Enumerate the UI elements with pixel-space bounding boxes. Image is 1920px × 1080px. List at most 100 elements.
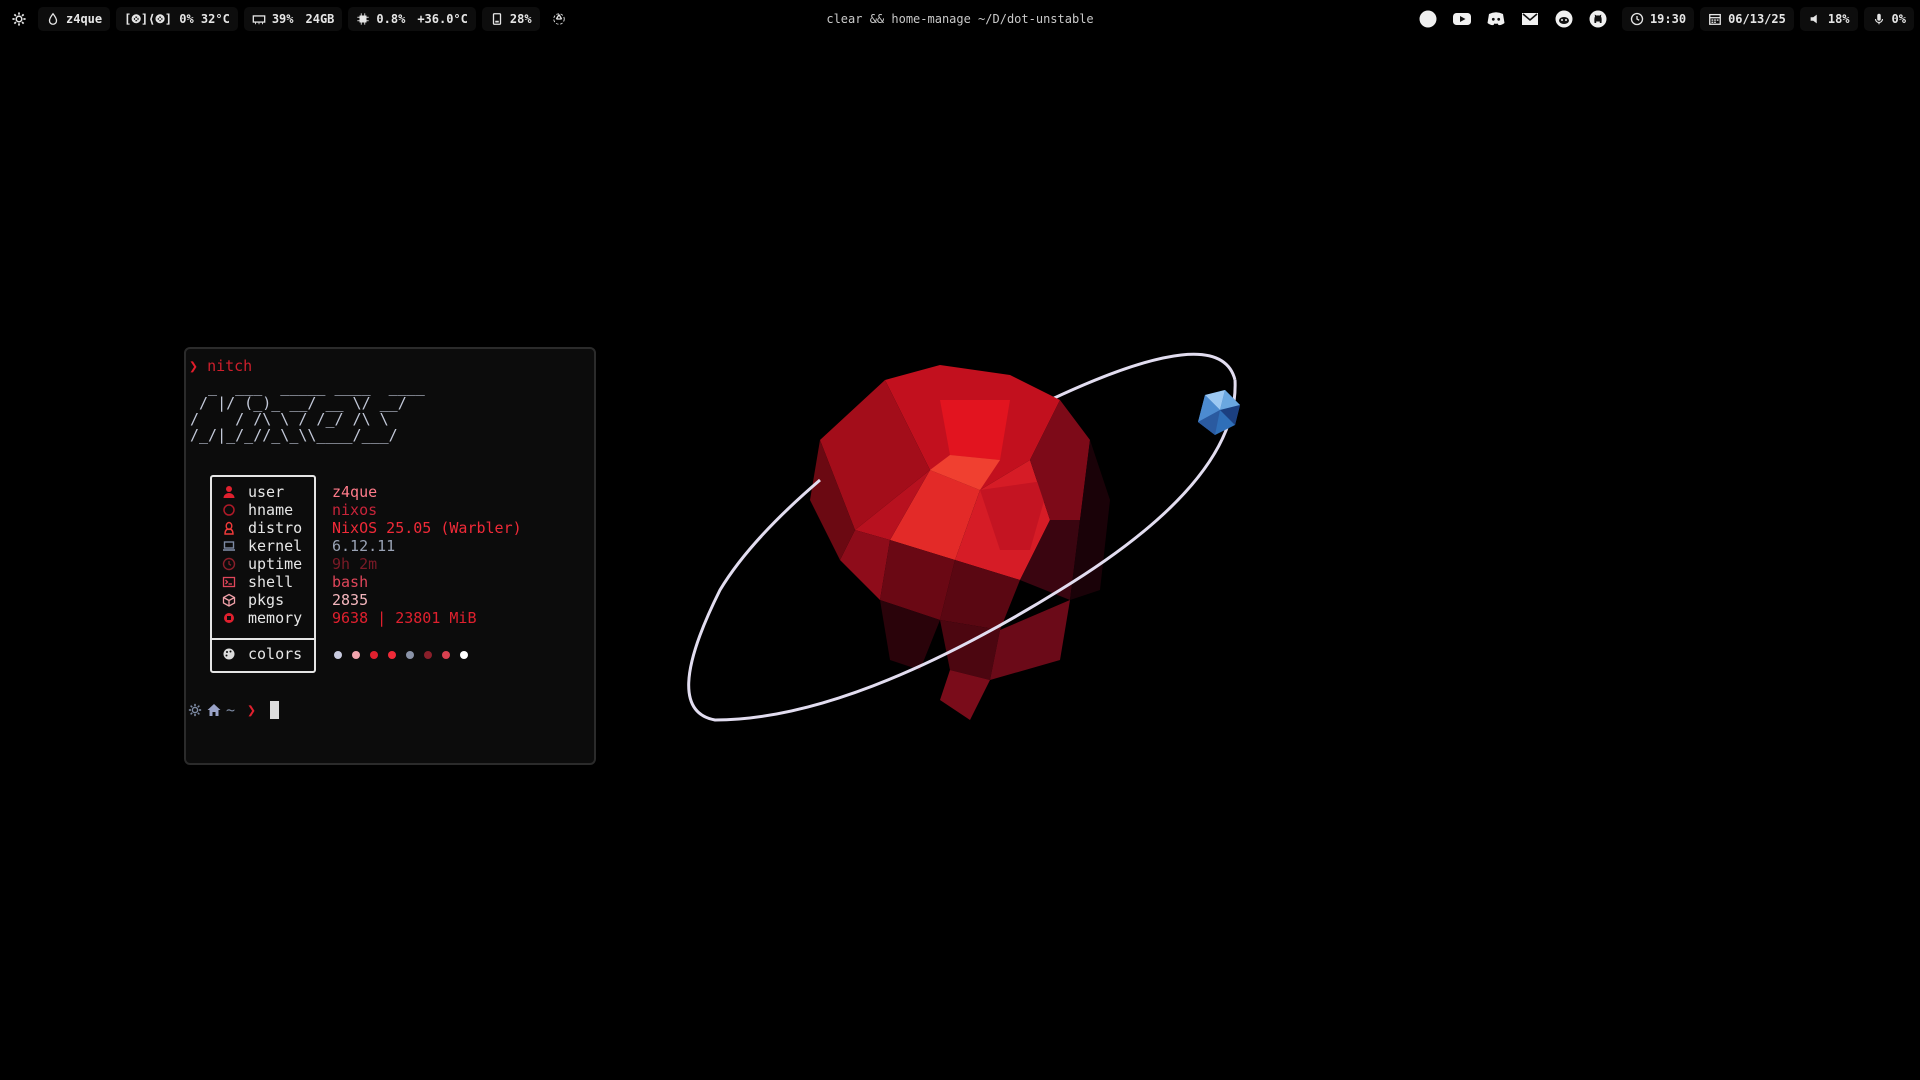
prompt-chevron: ❯ bbox=[247, 701, 257, 719]
info-row-kernel: kernel bbox=[222, 537, 302, 555]
volume-text: 18% bbox=[1827, 12, 1850, 26]
disk-usage: 28% bbox=[509, 12, 532, 26]
color-dot bbox=[370, 651, 378, 659]
memory-icon bbox=[252, 12, 266, 26]
reddit-icon[interactable] bbox=[1554, 9, 1574, 29]
shell-prompt: ~ ❯ bbox=[188, 701, 280, 719]
package-icon bbox=[222, 593, 236, 607]
gpu-temp: +36.0°C bbox=[417, 12, 468, 26]
value-pkgs: 2835 bbox=[332, 591, 369, 609]
color-dot bbox=[406, 651, 414, 659]
app-launchers bbox=[1410, 7, 1616, 31]
label-hname: hname bbox=[248, 501, 294, 519]
text-cursor bbox=[270, 701, 280, 719]
calendar-icon bbox=[1708, 12, 1722, 26]
value-memory: 9638 | 23801 MiB bbox=[332, 609, 477, 627]
top-status-bar: z4que [⨷]⟨⨷] 0% 32°C 39% 24GB 0.8% +36.0… bbox=[0, 0, 1920, 38]
value-kernel: 6.12.11 bbox=[332, 537, 396, 555]
cpu-module[interactable]: [⨷]⟨⨷] 0% 32°C bbox=[116, 7, 238, 31]
memory-total: 24GB bbox=[305, 12, 335, 26]
bar-left-modules: z4que [⨷]⟨⨷] 0% 32°C 39% 24GB 0.8% +36.0… bbox=[6, 6, 572, 32]
circle-icon bbox=[222, 503, 236, 517]
color-dot bbox=[460, 651, 468, 659]
date-module[interactable]: 06/13/25 bbox=[1700, 7, 1794, 31]
info-row-shell: shell bbox=[222, 573, 293, 591]
disk-icon bbox=[490, 12, 504, 26]
window-title: clear && home-manage ~/D/dot-unstable bbox=[826, 12, 1094, 26]
youtube-icon[interactable] bbox=[1452, 9, 1472, 29]
command-line: ❯ nitch bbox=[189, 357, 252, 375]
planet-wallpaper bbox=[687, 352, 1240, 722]
info-divider bbox=[212, 638, 314, 640]
home-icon bbox=[206, 702, 222, 718]
info-row-distro: distro bbox=[222, 519, 302, 537]
info-row-uptime: uptime bbox=[222, 555, 302, 573]
label-colors: colors bbox=[248, 645, 303, 663]
label-distro: distro bbox=[248, 519, 303, 537]
value-uptime: 9h 2m bbox=[332, 555, 378, 573]
volume-icon bbox=[1808, 12, 1822, 26]
discord-icon[interactable] bbox=[1486, 9, 1506, 29]
gpu-module[interactable]: 0.8% +36.0°C bbox=[348, 7, 476, 31]
info-row-memory: memory bbox=[222, 609, 302, 627]
terminal-window[interactable]: ❯ nitch _ ___ _____ ____ ____ / |/ (_)_ … bbox=[184, 347, 596, 765]
prompt-path: ~ bbox=[226, 701, 236, 719]
color-dot bbox=[424, 651, 432, 659]
value-hname: nixos bbox=[332, 501, 378, 519]
recycle-button[interactable] bbox=[546, 7, 572, 31]
browser-icon[interactable] bbox=[1418, 9, 1438, 29]
color-dot bbox=[352, 651, 360, 659]
gear-icon bbox=[188, 703, 202, 717]
prompt-chevron: ❯ bbox=[189, 357, 199, 375]
github-icon[interactable] bbox=[1588, 9, 1608, 29]
chip-icon bbox=[356, 12, 370, 26]
info-row-hname: hname bbox=[222, 501, 293, 519]
label-user: user bbox=[248, 483, 285, 501]
user-module[interactable]: z4que bbox=[38, 7, 111, 31]
clock-module[interactable]: 19:30 bbox=[1621, 7, 1695, 31]
gear-icon bbox=[12, 12, 26, 26]
clock-icon bbox=[1630, 12, 1644, 26]
info-row-user: user bbox=[222, 483, 284, 501]
mic-text: 0% bbox=[1891, 12, 1906, 26]
color-dot bbox=[442, 651, 450, 659]
label-shell: shell bbox=[248, 573, 294, 591]
drop-icon bbox=[46, 12, 60, 26]
value-shell: bash bbox=[332, 573, 369, 591]
disk-module[interactable]: 28% bbox=[481, 7, 540, 31]
info-row-pkgs: pkgs bbox=[222, 591, 284, 609]
cpu-text: [⨷]⟨⨷] 0% 32°C bbox=[124, 11, 230, 26]
color-dot bbox=[334, 651, 342, 659]
info-row-colors: colors bbox=[222, 645, 302, 663]
mail-icon[interactable] bbox=[1520, 9, 1540, 29]
clock-icon bbox=[222, 557, 236, 571]
linux-icon bbox=[222, 521, 236, 535]
date-text: 06/13/25 bbox=[1728, 12, 1786, 26]
microphone-icon bbox=[1872, 12, 1886, 26]
palette-icon bbox=[222, 647, 236, 661]
gpu-usage: 0.8% bbox=[376, 12, 406, 26]
user-icon bbox=[222, 485, 236, 499]
value-user: z4que bbox=[332, 483, 378, 501]
label-pkgs: pkgs bbox=[248, 591, 285, 609]
clock-text: 19:30 bbox=[1649, 12, 1687, 26]
label-kernel: kernel bbox=[248, 537, 303, 555]
label-memory: memory bbox=[248, 609, 303, 627]
nixos-ascii-logo: _ ___ _____ ____ ____ / |/ (_)_ __/ __ \… bbox=[190, 378, 425, 444]
red-planet bbox=[810, 365, 1110, 720]
volume-module[interactable]: 18% bbox=[1799, 7, 1858, 31]
recycle-icon bbox=[552, 12, 566, 26]
memory-module[interactable]: 39% 24GB bbox=[243, 7, 343, 31]
launcher-button[interactable] bbox=[6, 7, 32, 31]
color-palette-dots bbox=[334, 651, 468, 659]
memory-percent: 39% bbox=[271, 12, 294, 26]
mic-module[interactable]: 0% bbox=[1863, 7, 1914, 31]
terminal-icon bbox=[222, 575, 236, 589]
orbit-back bbox=[1049, 352, 1237, 402]
color-dot bbox=[388, 651, 396, 659]
laptop-icon bbox=[222, 539, 236, 553]
label-uptime: uptime bbox=[248, 555, 303, 573]
chip-icon bbox=[222, 611, 236, 625]
bar-right-modules: 19:30 06/13/25 18% 0% bbox=[1410, 6, 1914, 32]
value-distro: NixOS 25.05 (Warbler) bbox=[332, 519, 522, 537]
